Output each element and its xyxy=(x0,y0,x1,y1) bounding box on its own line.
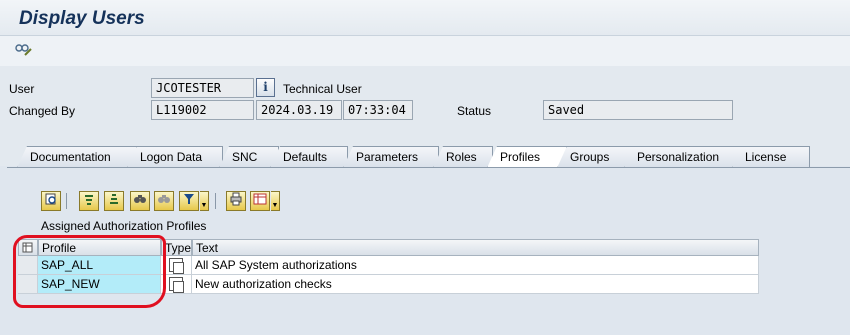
user-label: User xyxy=(9,82,35,96)
column-header-type[interactable]: Type xyxy=(161,239,192,256)
export-dropdown-chevron-down-icon[interactable]: ▼ xyxy=(271,191,280,211)
sort-ascending-icon[interactable] xyxy=(79,191,99,211)
table-row-text: All SAP System authorizations xyxy=(192,256,759,275)
tab-profiles[interactable]: Profiles xyxy=(487,146,567,168)
tab-strip: Documentation Logon Data SNC Defaults Pa… xyxy=(0,146,850,168)
user-field[interactable]: JCOTESTER xyxy=(151,78,254,98)
tab-documentation[interactable]: Documentation xyxy=(17,146,137,168)
page-title: Display Users xyxy=(19,8,145,29)
tab-defaults[interactable]: Defaults xyxy=(270,146,348,168)
column-header-profile[interactable]: Profile xyxy=(38,239,161,256)
changed-date-field: 2024.03.19 xyxy=(256,100,342,120)
row-selector[interactable] xyxy=(18,275,38,294)
sort-descending-icon[interactable] xyxy=(104,191,124,211)
table-row-type xyxy=(161,256,192,275)
tab-personalization[interactable]: Personalization xyxy=(624,146,744,168)
toolbar-separator xyxy=(215,193,216,209)
changed-by-field: L119002 xyxy=(151,100,254,120)
glasses-pen-icon[interactable] xyxy=(14,41,34,59)
application-toolbar xyxy=(0,36,850,66)
find-next-icon[interactable] xyxy=(154,191,174,211)
table-row-type xyxy=(161,275,192,294)
table-row-profile[interactable]: SAP_ALL xyxy=(38,256,161,275)
row-selector[interactable] xyxy=(18,256,38,275)
tab-license[interactable]: License xyxy=(732,146,810,168)
profile-type-icon xyxy=(169,258,184,274)
profile-type-icon xyxy=(169,277,184,293)
column-header-text[interactable]: Text xyxy=(192,239,759,256)
table-row-profile[interactable]: SAP_NEW xyxy=(38,275,161,294)
title-bar: Display Users xyxy=(0,0,850,36)
filter-icon[interactable] xyxy=(179,191,199,211)
status-label: Status xyxy=(457,104,492,118)
info-icon[interactable]: i xyxy=(256,78,275,97)
export-icon[interactable] xyxy=(250,191,270,211)
tab-snc[interactable]: SNC xyxy=(219,146,279,168)
tab-groups[interactable]: Groups xyxy=(557,146,635,168)
print-icon[interactable] xyxy=(226,191,246,211)
select-all-icon[interactable] xyxy=(18,239,38,256)
tab-roles[interactable]: Roles xyxy=(433,146,493,168)
changed-by-label: Changed By xyxy=(9,104,76,118)
find-icon[interactable] xyxy=(130,191,150,211)
toolbar-separator xyxy=(66,193,67,209)
status-field: Saved xyxy=(543,100,733,120)
details-icon[interactable] xyxy=(41,191,61,211)
table-row-text: New authorization checks xyxy=(192,275,759,294)
user-type-text: Technical User xyxy=(283,82,362,96)
grid-title: Assigned Authorization Profiles xyxy=(41,219,207,233)
filter-dropdown-chevron-down-icon[interactable]: ▼ xyxy=(200,191,209,211)
tab-parameters[interactable]: Parameters xyxy=(343,146,439,168)
tab-logon-data[interactable]: Logon Data xyxy=(127,146,223,168)
changed-time-field: 07:33:04 xyxy=(343,100,413,120)
